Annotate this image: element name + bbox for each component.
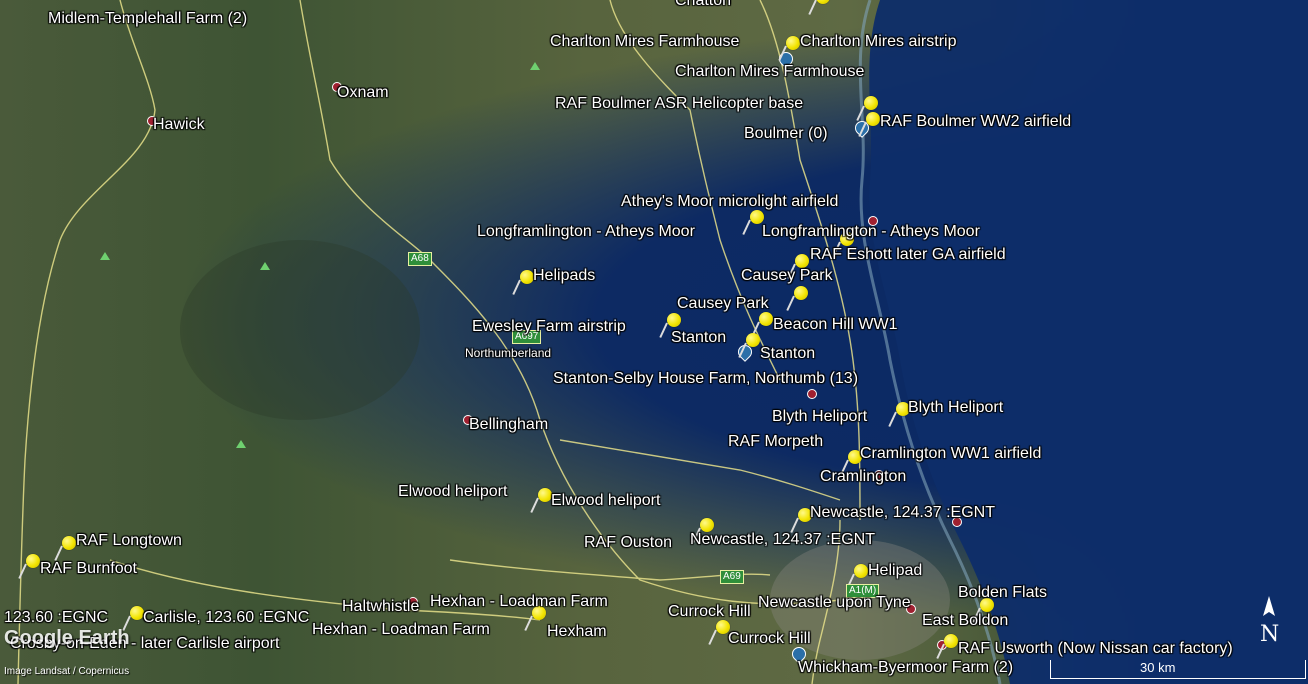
map-label[interactable]: Hexhan - Loadman Farm — [312, 621, 490, 639]
map-label[interactable]: Stanton-Selby House Farm, Northumb (13) — [553, 370, 858, 388]
map-label[interactable]: Beacon Hill WW1 — [773, 316, 897, 334]
map-label[interactable]: Newcastle upon Tyne — [758, 594, 911, 612]
map-label[interactable]: RAF Usworth (Now Nissan car factory) — [958, 640, 1233, 658]
map-label[interactable]: RAF Longtown — [76, 532, 182, 550]
map-label[interactable]: RAF Eshott later GA airfield — [810, 246, 1006, 264]
imagery-credit: Image Landsat / Copernicus — [4, 666, 130, 677]
map-label[interactable]: Boulmer (0) — [744, 125, 828, 143]
map-label[interactable]: Elwood heliport — [398, 483, 507, 501]
map-label[interactable]: Athey's Moor microlight airfield — [621, 193, 838, 211]
peak-icon — [530, 62, 540, 70]
map-label[interactable]: Oxnam — [337, 84, 389, 102]
map-label[interactable]: Longframlington - Atheys Moor — [477, 223, 695, 241]
peak-icon — [236, 440, 246, 448]
map-label[interactable]: Ewesley Farm airstrip — [472, 318, 626, 336]
map-label[interactable]: RAF Morpeth — [728, 433, 823, 451]
map-label[interactable]: Bellingham — [469, 416, 548, 434]
map-label[interactable]: Causey Park — [677, 295, 769, 313]
map-label[interactable]: Charlton Mires airstrip — [800, 33, 956, 51]
map-label[interactable]: Causey Park — [741, 267, 833, 285]
pushpin-icon[interactable] — [786, 286, 812, 312]
map-label[interactable]: Newcastle, 124.37 :EGNT — [810, 504, 995, 522]
map-label[interactable]: Carlisle, 123.60 :EGNC — [143, 609, 309, 627]
map-label[interactable]: Cramlington — [820, 468, 906, 486]
road-sign: A69 — [720, 570, 744, 584]
map-label[interactable]: Hexhan - Loadman Farm — [430, 593, 608, 611]
map-label[interactable]: Stanton — [760, 345, 815, 363]
map-label[interactable]: Northumberland — [465, 346, 551, 360]
map-label[interactable]: Cramlington WW1 airfield — [860, 445, 1041, 463]
map-label[interactable]: East Boldon — [922, 612, 1008, 630]
map-label[interactable]: Helipad — [868, 562, 922, 580]
map-label[interactable]: Stanton — [671, 329, 726, 347]
scale-label: 30 km — [1140, 660, 1176, 675]
north-label: N — [1260, 622, 1280, 647]
town-dot-icon[interactable] — [807, 389, 817, 399]
map-label[interactable]: Newcastle, 124.37 :EGNT — [690, 531, 875, 549]
map-label[interactable]: Elwood heliport — [551, 492, 660, 510]
map-label[interactable]: RAF Ouston — [584, 534, 672, 552]
map-label[interactable]: Hawick — [153, 116, 205, 134]
map-label[interactable]: Helipads — [533, 267, 595, 285]
map-label[interactable]: Charlton Mires Farmhouse — [550, 33, 739, 51]
map-label[interactable]: Haltwhistle — [342, 598, 419, 616]
map-label[interactable]: Bolden Flats — [958, 584, 1047, 602]
peak-icon — [260, 262, 270, 270]
map-label[interactable]: Longframlington - Atheys Moor — [762, 223, 980, 241]
map-label[interactable]: Charlton Mires Farmhouse — [675, 63, 864, 81]
pushpin-icon[interactable] — [808, 0, 834, 16]
map-label[interactable]: Currock Hill — [668, 603, 751, 621]
map-label[interactable]: Blyth Heliport — [772, 408, 867, 426]
scale-bar — [1050, 660, 1306, 679]
map-label[interactable]: Midlem-Templehall Farm (2) — [48, 10, 247, 28]
google-earth-logo: Google Earth — [4, 627, 130, 649]
map-view[interactable]: A68 A697 A69 A1(M) Midlem-Templehall Far… — [0, 0, 1308, 684]
map-label[interactable]: RAF Burnfoot — [40, 560, 137, 578]
map-label[interactable]: RAF Boulmer ASR Helicopter base — [555, 95, 803, 113]
map-label[interactable]: Chatton — [675, 0, 731, 10]
map-label[interactable]: Whickham-Byermoor Farm (2) — [798, 659, 1013, 677]
peak-icon — [100, 252, 110, 260]
map-label[interactable]: Blyth Heliport — [908, 399, 1003, 417]
road-sign: A68 — [408, 252, 432, 266]
north-arrow-icon[interactable]: N — [1254, 594, 1284, 654]
map-label[interactable]: Hexham — [547, 623, 607, 641]
map-label[interactable]: 123.60 :EGNC — [4, 609, 108, 627]
map-label[interactable]: RAF Boulmer WW2 airfield — [880, 113, 1071, 131]
map-label[interactable]: Currock Hill — [728, 630, 811, 648]
